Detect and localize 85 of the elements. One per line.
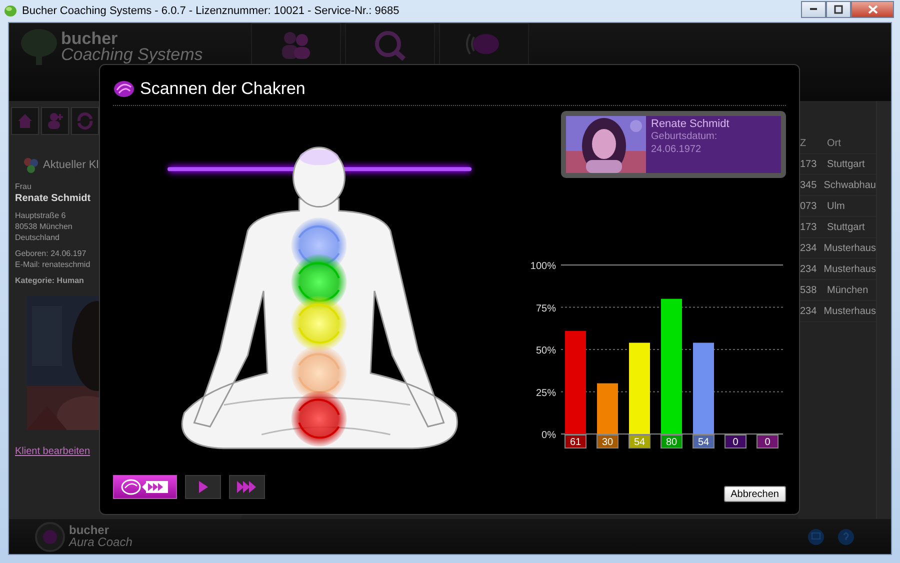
orb-icon [35,522,65,552]
table-cell-text: 234 [799,306,818,316]
scan-button[interactable] [113,475,177,499]
logo-text: bucher [61,30,119,46]
table-cell: Musterhaus [824,306,876,316]
close-button[interactable] [851,0,894,18]
table-cell-text: 173 [799,222,818,232]
value-label: 61 [564,434,586,448]
birth-date-label: Geburtsdatum: [651,130,718,143]
tree-icon [19,27,59,67]
table-cell: Stuttgart [827,158,865,170]
value-label: 0 [756,434,778,448]
maximize-button[interactable] [826,0,851,18]
people-icon [23,157,39,173]
monitor-icon[interactable] [807,528,825,546]
cancel-button[interactable]: Abbrechen [724,486,786,502]
table-cell-text: 173 [799,158,818,170]
logo-text: bucher [69,524,110,536]
axis-label: 50% [536,346,556,356]
play-icon [197,480,209,494]
swirl-icon [113,78,135,100]
table-cell-text: 234 [799,242,818,254]
panel-heading: Aktueller Kl [43,159,99,171]
data-label: 54 [634,437,646,448]
birth-date-text: Geboren: 24.06.197 [15,248,88,259]
scrollbar[interactable] [876,101,891,519]
value-label: 0 [724,434,746,448]
category-text: Kategorie: Human [15,275,85,286]
tab-tile[interactable] [439,23,529,67]
address-line: Hauptstraße 6 [15,210,67,221]
data-label: 61 [570,437,582,448]
data-label: 80 [666,437,678,448]
email-text: E-Mail: renateschmid [15,259,92,270]
table-cell: Ulm [827,200,845,212]
value-label: 30 [596,434,618,448]
help-icon[interactable] [837,528,855,546]
table-cell: Musterhaus [824,264,876,274]
minimize-button[interactable] [801,0,826,18]
table-cell-text: 073 [799,200,818,212]
app-icon [4,5,17,17]
value-label: 54 [692,434,714,448]
logo-subtitle: Coaching Systems [61,46,203,64]
axis-label: 0% [542,430,556,441]
value-label: 80 [660,434,682,448]
birth-date-value: 24.06.1972 [651,143,702,156]
data-label: 30 [602,437,614,448]
chart-bar [597,383,618,434]
table-cell: Schwabhau [824,180,876,190]
data-label: 54 [698,437,710,448]
play-button[interactable] [185,475,221,499]
close-icon [868,4,878,14]
table-cell: München [827,284,868,296]
column-header: Ort [827,138,841,148]
address-line: 80538 München [15,221,74,232]
table-cell: Stuttgart [827,222,865,232]
tab-tile[interactable] [251,23,341,67]
table-cell-text: 234 [799,264,818,274]
address-line: Deutschland [15,232,60,243]
toolbar-button[interactable] [41,107,69,135]
client-name: Renate Schmidt [651,118,730,130]
data-label: 0 [732,437,739,448]
table-cell-text: 345 [799,180,818,190]
fast-forward-icon [236,480,258,494]
tab-tile[interactable] [345,23,435,67]
dialog-title: Scannen der Chakren [140,79,306,99]
table-cell-text: 538 [799,284,818,296]
logo-subtitle: Aura Coach [69,536,132,548]
salutation-text: Frau [15,181,32,192]
data-label: 0 [764,437,771,448]
table-cell: Musterhaus [824,242,876,254]
toolbar-button[interactable] [11,107,39,135]
toolbar-button[interactable] [71,107,99,135]
refresh-icon [75,111,95,131]
axis-label: 75% [536,303,556,314]
axis-label: 100% [530,261,556,272]
window-title: Bucher Coaching Systems - 6.0.7 - Lizenznummer: 10021 - Service-Nr.: 9685 [22,5,400,17]
person-add-icon [45,111,65,131]
maximize-icon [834,4,843,14]
column-header: Z [799,138,808,148]
axis-label: 25% [536,388,556,399]
minimize-icon [810,8,817,10]
scan-icon [120,477,170,497]
client-name: Renate Schmidt [15,192,92,205]
fast-forward-button[interactable] [229,475,265,499]
value-label: 54 [628,434,650,448]
